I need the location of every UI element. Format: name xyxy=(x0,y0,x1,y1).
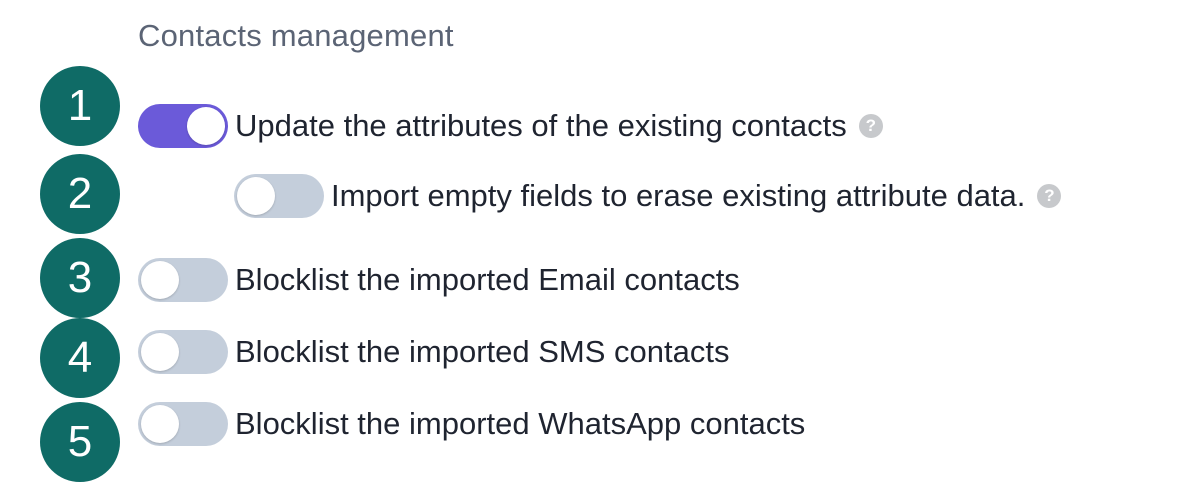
blocklist-whatsapp-label: Blocklist the imported WhatsApp contacts xyxy=(235,406,806,441)
option-update-attributes: Update the attributes of the existing co… xyxy=(138,102,883,150)
toggle-knob xyxy=(141,405,179,443)
option-blocklist-whatsapp: Blocklist the imported WhatsApp contacts xyxy=(138,400,805,448)
import-empty-fields-label: Import empty fields to erase existing at… xyxy=(331,178,1026,213)
option-blocklist-email: Blocklist the imported Email contacts xyxy=(138,256,740,304)
blocklist-sms-toggle[interactable] xyxy=(138,330,228,374)
contacts-management-panel: Contacts management 1 Update the attribu… xyxy=(0,0,1178,484)
import-empty-fields-toggle[interactable] xyxy=(234,174,324,218)
step-badge-1: 1 xyxy=(40,66,120,146)
update-attributes-label: Update the attributes of the existing co… xyxy=(235,108,847,143)
option-blocklist-sms: Blocklist the imported SMS contacts xyxy=(138,328,729,376)
step-badge-4: 4 xyxy=(40,318,120,398)
blocklist-sms-label: Blocklist the imported SMS contacts xyxy=(235,334,730,369)
toggle-knob xyxy=(237,177,275,215)
step-badge-3: 3 xyxy=(40,238,120,318)
blocklist-email-label: Blocklist the imported Email contacts xyxy=(235,262,740,297)
option-import-empty-fields: Import empty fields to erase existing at… xyxy=(234,172,1062,220)
toggle-knob xyxy=(187,107,225,145)
toggle-knob xyxy=(141,261,179,299)
toggle-knob xyxy=(141,333,179,371)
step-badge-5: 5 xyxy=(40,402,120,482)
question-circle-icon[interactable]: ? xyxy=(1037,184,1062,208)
step-badge-2: 2 xyxy=(40,154,120,234)
blocklist-whatsapp-toggle[interactable] xyxy=(138,402,228,446)
update-attributes-toggle[interactable] xyxy=(138,104,228,148)
question-circle-icon[interactable]: ? xyxy=(858,114,883,138)
blocklist-email-toggle[interactable] xyxy=(138,258,228,302)
section-title: Contacts management xyxy=(138,18,454,53)
